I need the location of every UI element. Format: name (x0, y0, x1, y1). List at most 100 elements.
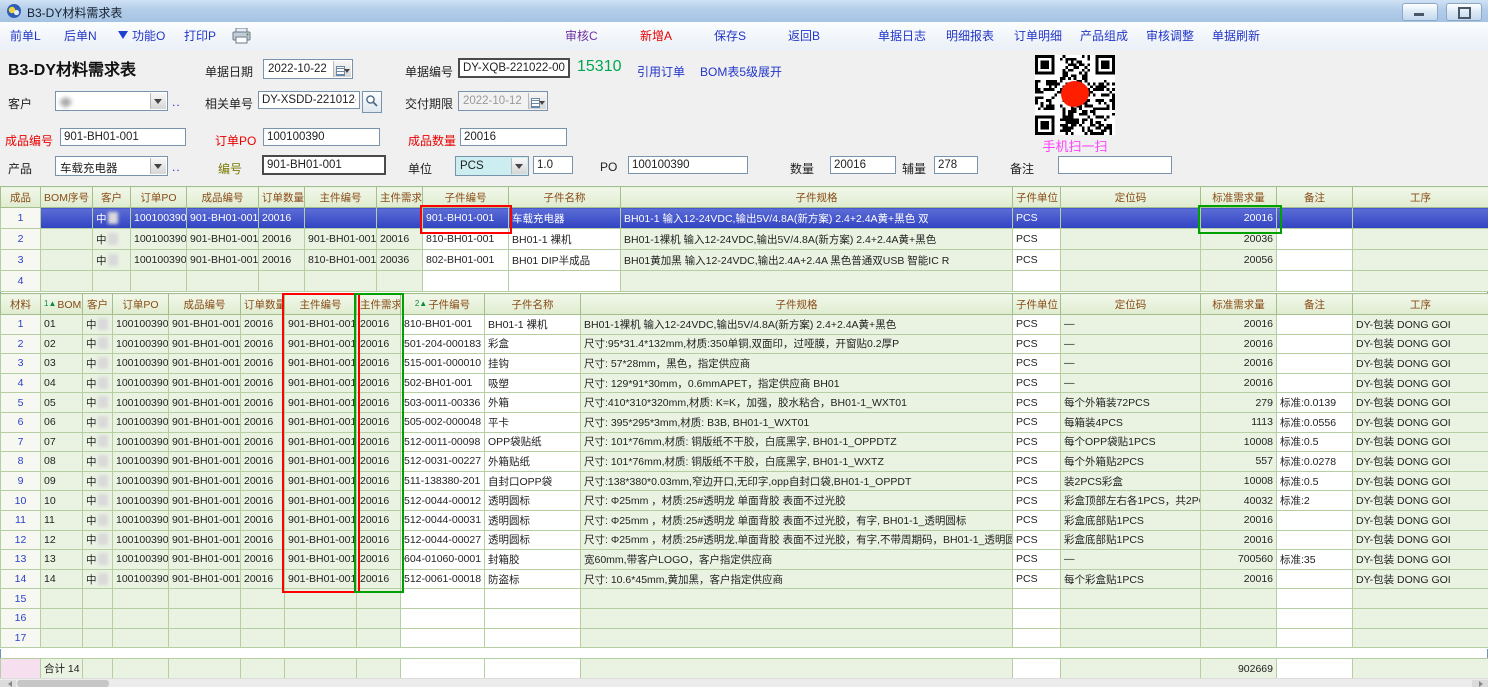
grid-cell[interactable]: 20016 (1201, 354, 1277, 374)
grid-cell[interactable]: 12 (1, 530, 41, 550)
nav-save[interactable]: 保存S (714, 22, 746, 50)
column-header[interactable]: 子件单位 (1013, 294, 1061, 315)
grid-cell[interactable]: 810-BH01-001 (401, 315, 485, 335)
nav-detail-report[interactable]: 明细报表 (946, 22, 994, 50)
grid-cell[interactable]: 11 (1, 510, 41, 530)
grid-cell[interactable]: 20016 (1201, 569, 1277, 589)
table-row[interactable]: 2中100100390901-BH01-00120016901-BH01-001… (1, 229, 1488, 250)
grid-cell[interactable]: 尺寸: 101*76mm,材质: 铜版纸不干胶，白底黑字, BH01-1_WXT… (581, 452, 1013, 472)
nav-audit-adjust[interactable]: 审核调整 (1146, 22, 1194, 50)
grid-cell[interactable]: 901-BH01-001 (169, 334, 241, 354)
nav-print[interactable]: 打印P (184, 22, 216, 50)
grid-cell[interactable]: 彩盒底部贴1PCS (1061, 510, 1201, 530)
grid-cell[interactable]: 中 (83, 393, 113, 413)
grid-cell[interactable]: 中 (83, 569, 113, 589)
grid-cell[interactable]: PCS (1013, 550, 1061, 570)
grid-cell[interactable]: 100100390 (113, 452, 169, 472)
grid-cell[interactable]: 平卡 (485, 412, 581, 432)
table-row[interactable]: 909中100100390901-BH01-00120016901-BH01-0… (1, 471, 1488, 491)
column-header[interactable]: 子件单位 (1013, 187, 1061, 208)
table-row[interactable]: 1414中100100390901-BH01-00120016901-BH01-… (1, 569, 1488, 589)
grid-cell[interactable] (401, 659, 485, 679)
grid-cell[interactable]: 尺寸: Φ25mm ，材质:25#透明龙,单面背胶 表面不过光胶，有字,不带周期… (581, 530, 1013, 550)
grid-cell[interactable]: 每个外箱装72PCS (1061, 393, 1201, 413)
printer-icon[interactable] (232, 28, 251, 49)
grid-cell[interactable] (241, 608, 285, 628)
grid-cell[interactable] (1061, 208, 1201, 229)
table-row[interactable]: 303中100100390901-BH01-00120016901-BH01-0… (1, 354, 1488, 374)
grid-cell[interactable] (187, 271, 259, 292)
finished-code-field[interactable] (60, 128, 186, 146)
grid-cell[interactable] (1353, 589, 1488, 609)
grid-cell[interactable] (485, 628, 581, 648)
grid-cell[interactable]: 20016 (357, 412, 401, 432)
grid-cell[interactable]: 20016 (1201, 510, 1277, 530)
grid-cell[interactable]: — (1061, 550, 1201, 570)
grid-cell[interactable]: 每个OPP袋贴1PCS (1061, 432, 1201, 452)
grid-cell[interactable] (1061, 229, 1201, 250)
grid-cell[interactable] (1061, 271, 1201, 292)
grid-cell[interactable]: PCS (1013, 208, 1061, 229)
grid-cell[interactable] (1201, 589, 1277, 609)
grid-cell[interactable]: 中 (83, 452, 113, 472)
product-more-button[interactable]: .. (172, 160, 181, 174)
grid-cell[interactable] (1277, 608, 1353, 628)
grid-cell[interactable] (1277, 208, 1353, 229)
column-header[interactable]: 材料 (1, 294, 41, 315)
grid-cell[interactable]: 自封口OPP袋 (485, 471, 581, 491)
grid-cell[interactable]: 901-BH01-001 (169, 315, 241, 335)
grid-cell[interactable]: 511-138380-201 (401, 471, 485, 491)
grid-cell[interactable]: BH01-1 裸机 (485, 315, 581, 335)
grid-cell[interactable]: 20016 (241, 491, 285, 511)
grid-cell[interactable]: 901-BH01-001 (169, 412, 241, 432)
grid-cell[interactable]: 合计 14 (41, 659, 83, 679)
table-row[interactable]: 606中100100390901-BH01-00120016901-BH01-0… (1, 412, 1488, 432)
grid-cell[interactable] (357, 628, 401, 648)
scroll-left-button[interactable] (0, 680, 16, 687)
grid-cell[interactable]: PCS (1013, 471, 1061, 491)
table-row[interactable]: 15 (1, 589, 1488, 609)
grid-cell[interactable]: 512-0044-00027 (401, 530, 485, 550)
grid-cell[interactable]: 40032 (1201, 491, 1277, 511)
calendar-dropdown-icon[interactable] (333, 61, 351, 77)
grid-cell[interactable]: PCS (1013, 229, 1061, 250)
grid-cell[interactable]: 901-BH01-001 (169, 354, 241, 374)
column-header[interactable]: 订单PO (113, 294, 169, 315)
grid-cell[interactable] (1061, 659, 1201, 679)
column-header[interactable]: 订单数量 (241, 294, 285, 315)
grid-cell[interactable]: 100100390 (131, 208, 187, 229)
grid-cell[interactable]: DY-包装 DONG GOI (1353, 550, 1488, 570)
grid-cell[interactable]: 尺寸:138*380*0.03mm,窄边开口,无印字,opp自封口袋,BH01-… (581, 471, 1013, 491)
grid-cell[interactable] (113, 589, 169, 609)
grid-cell[interactable]: 512-0044-00012 (401, 491, 485, 511)
grid-cell[interactable] (1277, 510, 1353, 530)
grid-cell[interactable]: 604-01060-0001 (401, 550, 485, 570)
grid-cell[interactable]: 尺寸: 395*295*3mm,材质: B3B, BH01-1_WXT01 (581, 412, 1013, 432)
grid-cell[interactable]: 08 (41, 452, 83, 472)
product-combobox[interactable]: 车载充电器 (55, 156, 168, 176)
grid-cell[interactable] (1277, 628, 1353, 648)
grid-cell[interactable]: 20016 (241, 315, 285, 335)
grid-cell[interactable]: BH01黄加黑 输入12-24VDC,输出2.4A+2.4A 黑色普通双USB … (621, 250, 1013, 271)
grid-cell[interactable]: 标准:0.0556 (1277, 412, 1353, 432)
column-header[interactable]: 工序 (1353, 187, 1488, 208)
grid-cell[interactable]: 20016 (241, 432, 285, 452)
grid-cell[interactable]: 901-BH01-001 (187, 250, 259, 271)
nav-prev-doc[interactable]: 前单L (10, 22, 41, 50)
grid-cell[interactable]: — (1061, 315, 1201, 335)
grid-cell[interactable] (41, 628, 83, 648)
grid-cell[interactable] (1353, 229, 1488, 250)
grid-cell[interactable] (1013, 659, 1061, 679)
grid-cell[interactable]: 901-BH01-001 (169, 491, 241, 511)
column-header[interactable]: 成品编号 (169, 294, 241, 315)
doc-no-field[interactable] (458, 58, 570, 78)
grid-cell[interactable]: 中 (83, 432, 113, 452)
grid-cell[interactable]: DY-包装 DONG GOI (1353, 569, 1488, 589)
grid-cell[interactable] (41, 229, 93, 250)
grid-cell[interactable]: — (1061, 373, 1201, 393)
grid-cell[interactable]: 20016 (1201, 373, 1277, 393)
grid-cell[interactable]: 20016 (241, 334, 285, 354)
grid-cell[interactable]: 17 (1, 628, 41, 648)
grid-cell[interactable]: 100100390 (113, 315, 169, 335)
grid-cell[interactable]: 标准:0.5 (1277, 432, 1353, 452)
